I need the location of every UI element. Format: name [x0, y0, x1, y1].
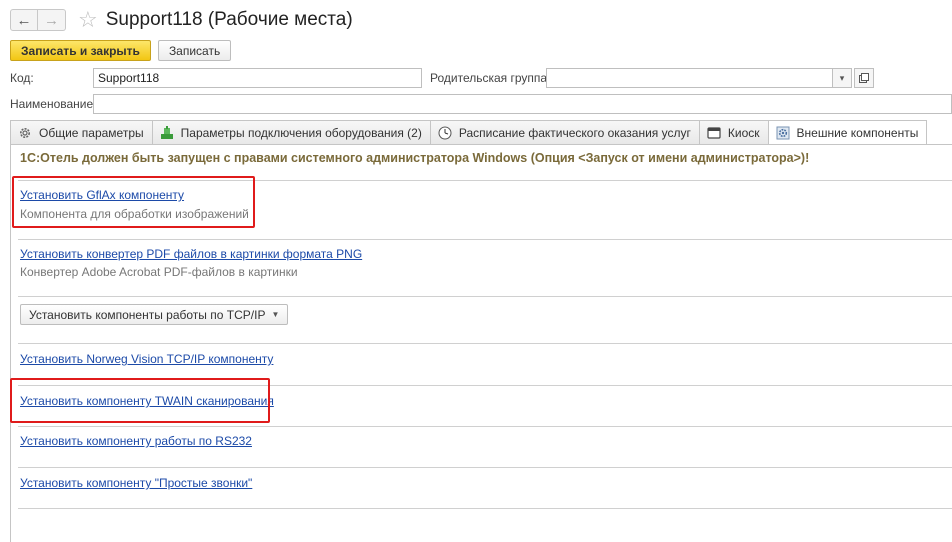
install-simple-calls-link[interactable]: Установить компоненту "Простые звонки": [20, 476, 252, 490]
equipment-icon: [159, 125, 175, 141]
parent-group-dropdown-button[interactable]: ▾: [832, 68, 852, 88]
tab-kiosk[interactable]: Киоск: [698, 120, 769, 144]
admin-warning-text: 1С:Отель должен быть запущен с правами с…: [20, 151, 810, 165]
parent-group-label: Родительская группа:: [430, 71, 551, 85]
tab-label: Общие параметры: [39, 125, 144, 140]
clock-icon: [437, 125, 453, 141]
install-pdf-converter-link[interactable]: Установить конвертер PDF файлов в картин…: [20, 247, 362, 261]
tab-bar: Общие параметры Параметры подключения об…: [10, 120, 928, 145]
name-field[interactable]: [93, 94, 952, 114]
tab-label: Киоск: [727, 125, 760, 140]
kiosk-icon: [706, 125, 722, 141]
tab-panel-border: [10, 144, 11, 542]
tab-service-schedule[interactable]: Расписание фактического оказания услуг: [429, 120, 700, 144]
code-field[interactable]: Support118: [93, 68, 422, 88]
code-label: Код:: [10, 71, 34, 85]
chevron-down-icon: ▼: [271, 310, 280, 319]
divider: [18, 508, 952, 509]
tab-label: Внешние компоненты: [796, 126, 919, 140]
divider: [18, 343, 952, 344]
command-bar: Записать и закрыть Записать: [10, 40, 232, 61]
highlight-box-gflax: [12, 176, 255, 228]
save-and-close-button[interactable]: Записать и закрыть: [10, 40, 151, 61]
divider: [18, 239, 952, 240]
pdf-converter-description: Конвертер Adobe Acrobat PDF-файлов в кар…: [20, 265, 298, 279]
favorite-star-icon[interactable]: ☆: [78, 9, 98, 31]
open-window-icon: [859, 73, 869, 83]
window-header: ← → ☆ Support118 (Рабочие места): [10, 6, 353, 34]
back-button[interactable]: ←: [10, 9, 38, 31]
tab-label: Расписание фактического оказания услуг: [458, 125, 691, 140]
install-norweg-vision-link[interactable]: Установить Norweg Vision TCP/IP компонен…: [20, 352, 273, 366]
tab-equipment-connection[interactable]: Параметры подключения оборудования (2): [151, 120, 431, 144]
page-title: Support118 (Рабочие места): [105, 9, 353, 30]
gear-icon: [17, 125, 33, 141]
divider: [18, 296, 952, 297]
divider: [18, 467, 952, 468]
component-gear-icon: [775, 125, 791, 141]
forward-button[interactable]: →: [38, 9, 66, 31]
arrow-left-icon: ←: [16, 11, 32, 29]
parent-group-open-button[interactable]: [854, 68, 874, 88]
tab-label: Параметры подключения оборудования (2): [180, 125, 422, 140]
chevron-down-icon: ▾: [839, 72, 845, 83]
name-label: Наименование:: [10, 97, 97, 111]
arrow-right-icon: →: [44, 11, 59, 29]
install-rs232-link[interactable]: Установить компоненту работы по RS232: [20, 434, 252, 448]
button-label: Установить компоненты работы по TCP/IP: [29, 307, 266, 322]
install-tcp-components-button[interactable]: Установить компоненты работы по TCP/IP ▼: [20, 304, 289, 325]
divider: [18, 426, 952, 427]
highlight-box-twain: [10, 378, 270, 423]
save-button[interactable]: Записать: [157, 40, 232, 61]
tab-divider: [10, 144, 952, 145]
tab-general-parameters[interactable]: Общие параметры: [10, 120, 153, 144]
parent-group-field[interactable]: [546, 68, 833, 88]
tab-external-components[interactable]: Внешние компоненты: [767, 120, 928, 145]
